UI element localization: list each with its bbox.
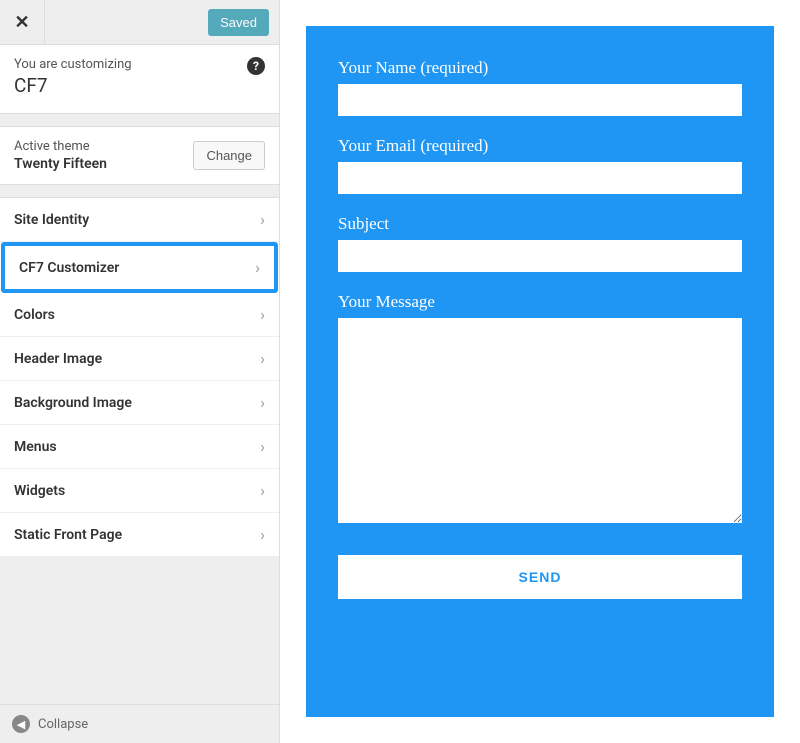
panel-label: Widgets [14, 483, 65, 499]
subject-label: Subject [338, 214, 742, 234]
active-theme-label: Active theme [14, 139, 107, 154]
change-theme-button[interactable]: Change [193, 141, 265, 170]
message-label: Your Message [338, 292, 742, 312]
saved-button[interactable]: Saved [208, 9, 269, 36]
chevron-right-icon: › [260, 349, 265, 368]
name-label: Your Name (required) [338, 58, 742, 78]
panel-list: Site Identity › CF7 Customizer › Colors … [0, 197, 279, 557]
chevron-right-icon: › [260, 481, 265, 500]
panel-label: Site Identity [14, 212, 89, 228]
collapse-button[interactable]: ◀ Collapse [0, 704, 279, 743]
panel-site-identity[interactable]: Site Identity › [0, 197, 279, 242]
close-button[interactable]: ✕ [0, 0, 45, 45]
email-label: Your Email (required) [338, 136, 742, 156]
send-button[interactable]: SEND [338, 555, 742, 599]
preview-pane: Your Name (required) Your Email (require… [280, 0, 800, 743]
panel-colors[interactable]: Colors › [0, 293, 279, 337]
chevron-right-icon: › [260, 210, 265, 229]
customizing-title: CF7 [14, 74, 265, 97]
email-input[interactable] [338, 162, 742, 194]
panel-label: Static Front Page [14, 527, 122, 543]
chevron-right-icon: › [260, 437, 265, 456]
close-icon: ✕ [14, 12, 29, 33]
collapse-label: Collapse [38, 717, 88, 732]
chevron-right-icon: › [260, 525, 265, 544]
panel-label: Menus [14, 439, 57, 455]
panel-cf7-customizer[interactable]: CF7 Customizer › [1, 242, 278, 293]
help-icon[interactable]: ? [247, 57, 265, 75]
chevron-right-icon: › [255, 258, 260, 277]
panel-label: Background Image [14, 395, 132, 411]
customizer-sidebar: ✕ Saved You are customizing CF7 ? Active… [0, 0, 280, 743]
panel-menus[interactable]: Menus › [0, 425, 279, 469]
name-input[interactable] [338, 84, 742, 116]
customizing-panel: You are customizing CF7 ? [0, 45, 279, 114]
chevron-right-icon: › [260, 305, 265, 324]
panel-header-image[interactable]: Header Image › [0, 337, 279, 381]
panel-background-image[interactable]: Background Image › [0, 381, 279, 425]
subject-input[interactable] [338, 240, 742, 272]
theme-block: Active theme Twenty Fifteen Change [0, 126, 279, 185]
collapse-icon: ◀ [12, 715, 30, 733]
panel-label: Header Image [14, 351, 102, 367]
message-textarea[interactable] [338, 318, 742, 523]
panel-widgets[interactable]: Widgets › [0, 469, 279, 513]
panel-static-front-page[interactable]: Static Front Page › [0, 513, 279, 557]
panel-label: Colors [14, 307, 55, 323]
contact-form: Your Name (required) Your Email (require… [306, 26, 774, 717]
customizing-label: You are customizing [14, 57, 265, 72]
theme-text: Active theme Twenty Fifteen [14, 139, 107, 172]
top-bar: ✕ Saved [0, 0, 279, 45]
chevron-right-icon: › [260, 393, 265, 412]
panel-label: CF7 Customizer [19, 260, 119, 276]
active-theme-name: Twenty Fifteen [14, 156, 107, 172]
